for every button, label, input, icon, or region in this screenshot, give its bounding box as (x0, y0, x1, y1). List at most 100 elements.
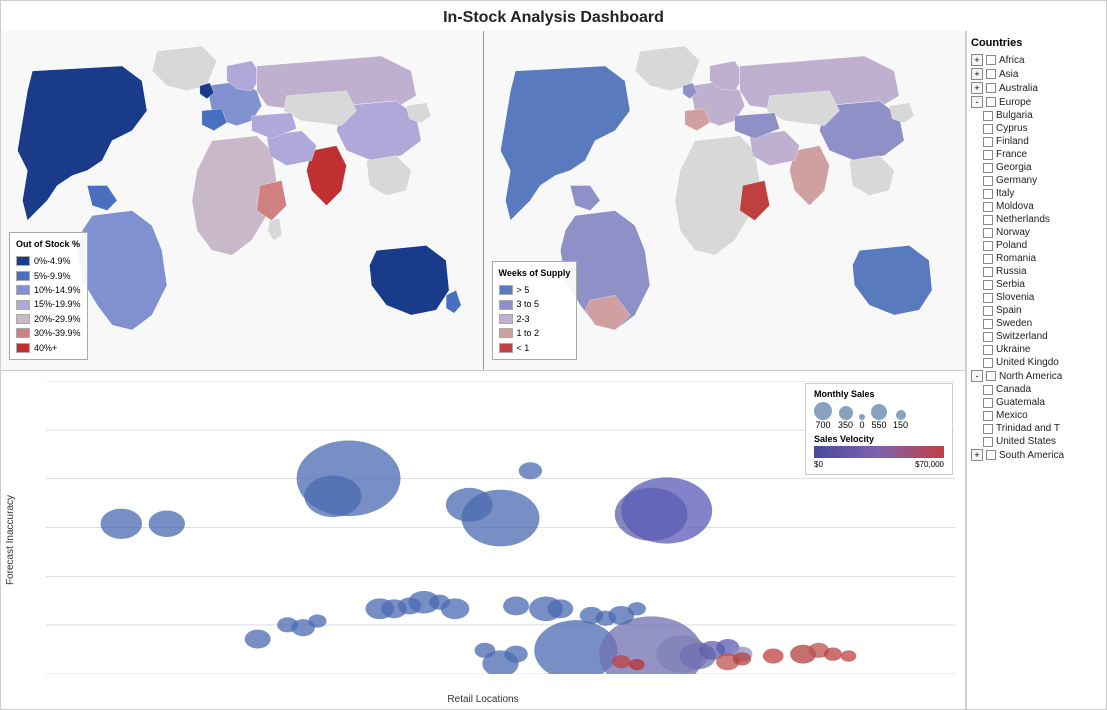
label-serbia: Serbia (996, 279, 1025, 290)
cb-germany[interactable] (983, 176, 993, 186)
swatch-1 (16, 271, 30, 281)
label-6: 40%+ (34, 341, 57, 355)
sidebar-item-poland[interactable]: Poland (971, 239, 1102, 252)
cb-finland[interactable] (983, 137, 993, 147)
bubble-700: 700 (814, 402, 832, 430)
sidebar-item-france[interactable]: France (971, 148, 1102, 161)
velocity-title: Sales Velocity (814, 434, 944, 444)
sidebar-item-guatemala[interactable]: Guatemala (971, 396, 1102, 409)
label-france: France (996, 149, 1027, 160)
cb-europe[interactable] (986, 97, 996, 107)
y-axis-label: Forecast Inaccuracy (5, 495, 16, 585)
cb-united-states[interactable] (983, 437, 993, 447)
cb-south-america[interactable] (986, 450, 996, 460)
label-0: 0%-4.9% (34, 254, 71, 268)
sidebar-item-norway[interactable]: Norway (971, 226, 1102, 239)
sidebar-item-canada[interactable]: Canada (971, 383, 1102, 396)
cb-united-kingdom[interactable] (983, 358, 993, 368)
bubble-label-700: 700 (815, 420, 830, 430)
sidebar-item-trinidad[interactable]: Trinidad and T (971, 422, 1102, 435)
sidebar-item-australia[interactable]: + Australia (971, 81, 1102, 95)
sidebar-item-ukraine[interactable]: Ukraine (971, 343, 1102, 356)
sidebar-item-europe[interactable]: - Europe (971, 95, 1102, 109)
sidebar-item-cyprus[interactable]: Cyprus (971, 122, 1102, 135)
cb-canada[interactable] (983, 385, 993, 395)
sidebar-item-russia[interactable]: Russia (971, 265, 1102, 278)
sidebar-item-united-kingdom[interactable]: United Kingdo (971, 356, 1102, 369)
sidebar-item-spain[interactable]: Spain (971, 304, 1102, 317)
cb-guatemala[interactable] (983, 398, 993, 408)
legend-item-0: 0%-4.9% (16, 254, 81, 268)
sidebar-item-finland[interactable]: Finland (971, 135, 1102, 148)
sidebar-item-moldova[interactable]: Moldova (971, 200, 1102, 213)
weeks-of-supply-map: Weeks of Supply > 5 3 to 5 2-3 (483, 31, 966, 370)
label-slovenia: Slovenia (996, 292, 1034, 303)
sidebar-item-sweden[interactable]: Sweden (971, 317, 1102, 330)
cb-italy[interactable] (983, 189, 993, 199)
cb-bulgaria[interactable] (983, 111, 993, 121)
scatter-container: Forecast Inaccuracy Retail Locations (1, 371, 965, 709)
cb-switzerland[interactable] (983, 332, 993, 342)
cb-netherlands[interactable] (983, 215, 993, 225)
cb-sweden[interactable] (983, 319, 993, 329)
sidebar-item-slovenia[interactable]: Slovenia (971, 291, 1102, 304)
expand-asia[interactable]: + (971, 68, 983, 80)
sidebar-item-bulgaria[interactable]: Bulgaria (971, 109, 1102, 122)
cb-slovenia[interactable] (983, 293, 993, 303)
cb-spain[interactable] (983, 306, 993, 316)
sidebar-item-asia[interactable]: + Asia (971, 67, 1102, 81)
expand-australia[interactable]: + (971, 82, 983, 94)
sidebar-item-north-america[interactable]: - North America (971, 369, 1102, 383)
swatch-0 (16, 256, 30, 266)
bubble-icon-150 (896, 410, 906, 420)
cb-moldova[interactable] (983, 202, 993, 212)
sidebar-item-netherlands[interactable]: Netherlands (971, 213, 1102, 226)
bubble-icon-550 (871, 404, 887, 420)
swatch-3 (16, 300, 30, 310)
expand-africa[interactable]: + (971, 54, 983, 66)
sidebar-item-south-america[interactable]: + South America (971, 448, 1102, 462)
cb-russia[interactable] (983, 267, 993, 277)
sidebar-item-italy[interactable]: Italy (971, 187, 1102, 200)
page-title: In-Stock Analysis Dashboard (1, 1, 1106, 31)
velocity-min: $0 (814, 460, 823, 469)
label-ukraine: Ukraine (996, 344, 1030, 355)
cb-norway[interactable] (983, 228, 993, 238)
bubble-icon-700 (814, 402, 832, 420)
out-of-stock-legend: Out of Stock % 0%-4.9% 5%-9.9% 10%-14.9% (9, 232, 88, 360)
sidebar-item-switzerland[interactable]: Switzerland (971, 330, 1102, 343)
cb-trinidad[interactable] (983, 424, 993, 434)
cb-mexico[interactable] (983, 411, 993, 421)
cb-cyprus[interactable] (983, 124, 993, 134)
cb-ukraine[interactable] (983, 345, 993, 355)
cb-romania[interactable] (983, 254, 993, 264)
swatch-4 (16, 314, 30, 324)
cb-poland[interactable] (983, 241, 993, 251)
sidebar-item-united-states[interactable]: United States (971, 435, 1102, 448)
cb-australia[interactable] (986, 83, 996, 93)
expand-north-america[interactable]: - (971, 370, 983, 382)
cb-georgia[interactable] (983, 163, 993, 173)
expand-south-america[interactable]: + (971, 449, 983, 461)
expand-europe[interactable]: - (971, 96, 983, 108)
cb-serbia[interactable] (983, 280, 993, 290)
sidebar-item-serbia[interactable]: Serbia (971, 278, 1102, 291)
sidebar-item-georgia[interactable]: Georgia (971, 161, 1102, 174)
cb-asia[interactable] (986, 69, 996, 79)
bubble-550: 550 (871, 404, 887, 430)
label-romania: Romania (996, 253, 1036, 264)
sidebar-item-germany[interactable]: Germany (971, 174, 1102, 187)
cb-north-america[interactable] (986, 371, 996, 381)
bubble-icon-350 (839, 406, 853, 420)
cb-france[interactable] (983, 150, 993, 160)
label-asia: Asia (999, 69, 1018, 80)
sidebar-item-africa[interactable]: + Africa (971, 53, 1102, 67)
ws-legend-item-3: 1 to 2 (499, 326, 571, 340)
label-trinidad: Trinidad and T (996, 423, 1060, 434)
label-sweden: Sweden (996, 318, 1032, 329)
x-axis-label: Retail Locations (447, 694, 518, 705)
cb-africa[interactable] (986, 55, 996, 65)
ws-label-3: 1 to 2 (517, 326, 540, 340)
sidebar-item-mexico[interactable]: Mexico (971, 409, 1102, 422)
sidebar-item-romania[interactable]: Romania (971, 252, 1102, 265)
